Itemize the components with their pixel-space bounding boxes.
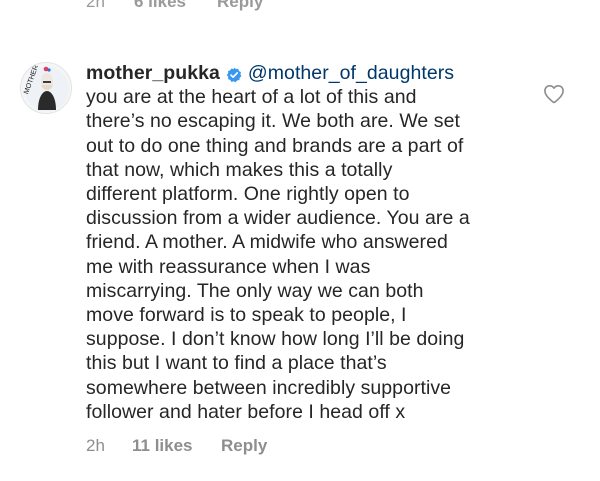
comment-text-line: me with reassurance when I was xyxy=(86,255,371,278)
comment-text-line: that now, which makes this a totally xyxy=(86,158,393,181)
previous-comment-time: 2h xyxy=(86,0,105,11)
comment-text-line: follower and hater before I head off x xyxy=(86,400,406,423)
comment-header: mother_pukka @mother_of_daughters xyxy=(86,61,526,85)
comment-text-line: this but I want to find a place that’s xyxy=(86,352,387,375)
mention-link[interactable]: @mother_of_daughters xyxy=(248,61,454,85)
comment-text-line: you are at the heart of a lot of this an… xyxy=(86,86,417,109)
comment-text-line: friend. A mother. A midwife who answered xyxy=(86,231,448,254)
comment-likes-link[interactable]: 11 likes xyxy=(132,436,221,456)
comment-text-line: suppose. I don’t know how long I’ll be d… xyxy=(86,328,465,351)
comment-text-line: different platform. One rightly open to xyxy=(86,183,410,206)
comment-thread: 2h 6 likes Reply MOTHER mother_pukka @mo… xyxy=(0,0,600,481)
verified-badge-icon xyxy=(226,65,242,83)
comment-text-line: discussion from a wider audience. You ar… xyxy=(86,207,470,230)
reply-button[interactable]: Reply xyxy=(221,436,267,456)
comment-text-line: move forward is to speak to people, I xyxy=(86,304,407,327)
heart-outline-icon[interactable] xyxy=(543,84,565,104)
comment-text-line: miscarrying. The only way we can both xyxy=(86,279,424,302)
comment-meta: 2h 11 likes Reply xyxy=(86,435,267,457)
profile-avatar[interactable]: MOTHER xyxy=(20,62,72,114)
comment-text-line: out to do one thing and brands are a par… xyxy=(86,134,464,157)
comment-text-line: there’s no escaping it. We both are. We … xyxy=(86,110,460,133)
comment-time: 2h xyxy=(86,436,105,455)
previous-comment-reply-button[interactable]: Reply xyxy=(217,0,263,12)
username-link[interactable]: mother_pukka xyxy=(86,61,220,85)
previous-comment-meta: 2h 6 likes Reply xyxy=(86,0,263,12)
comment-text-line: somewhere between incredibly supportive xyxy=(86,376,452,399)
avatar-image: MOTHER xyxy=(21,63,71,113)
comment-body: mother_pukka @mother_of_daughters you ar… xyxy=(86,61,526,424)
previous-comment-likes[interactable]: 6 likes xyxy=(134,0,217,12)
